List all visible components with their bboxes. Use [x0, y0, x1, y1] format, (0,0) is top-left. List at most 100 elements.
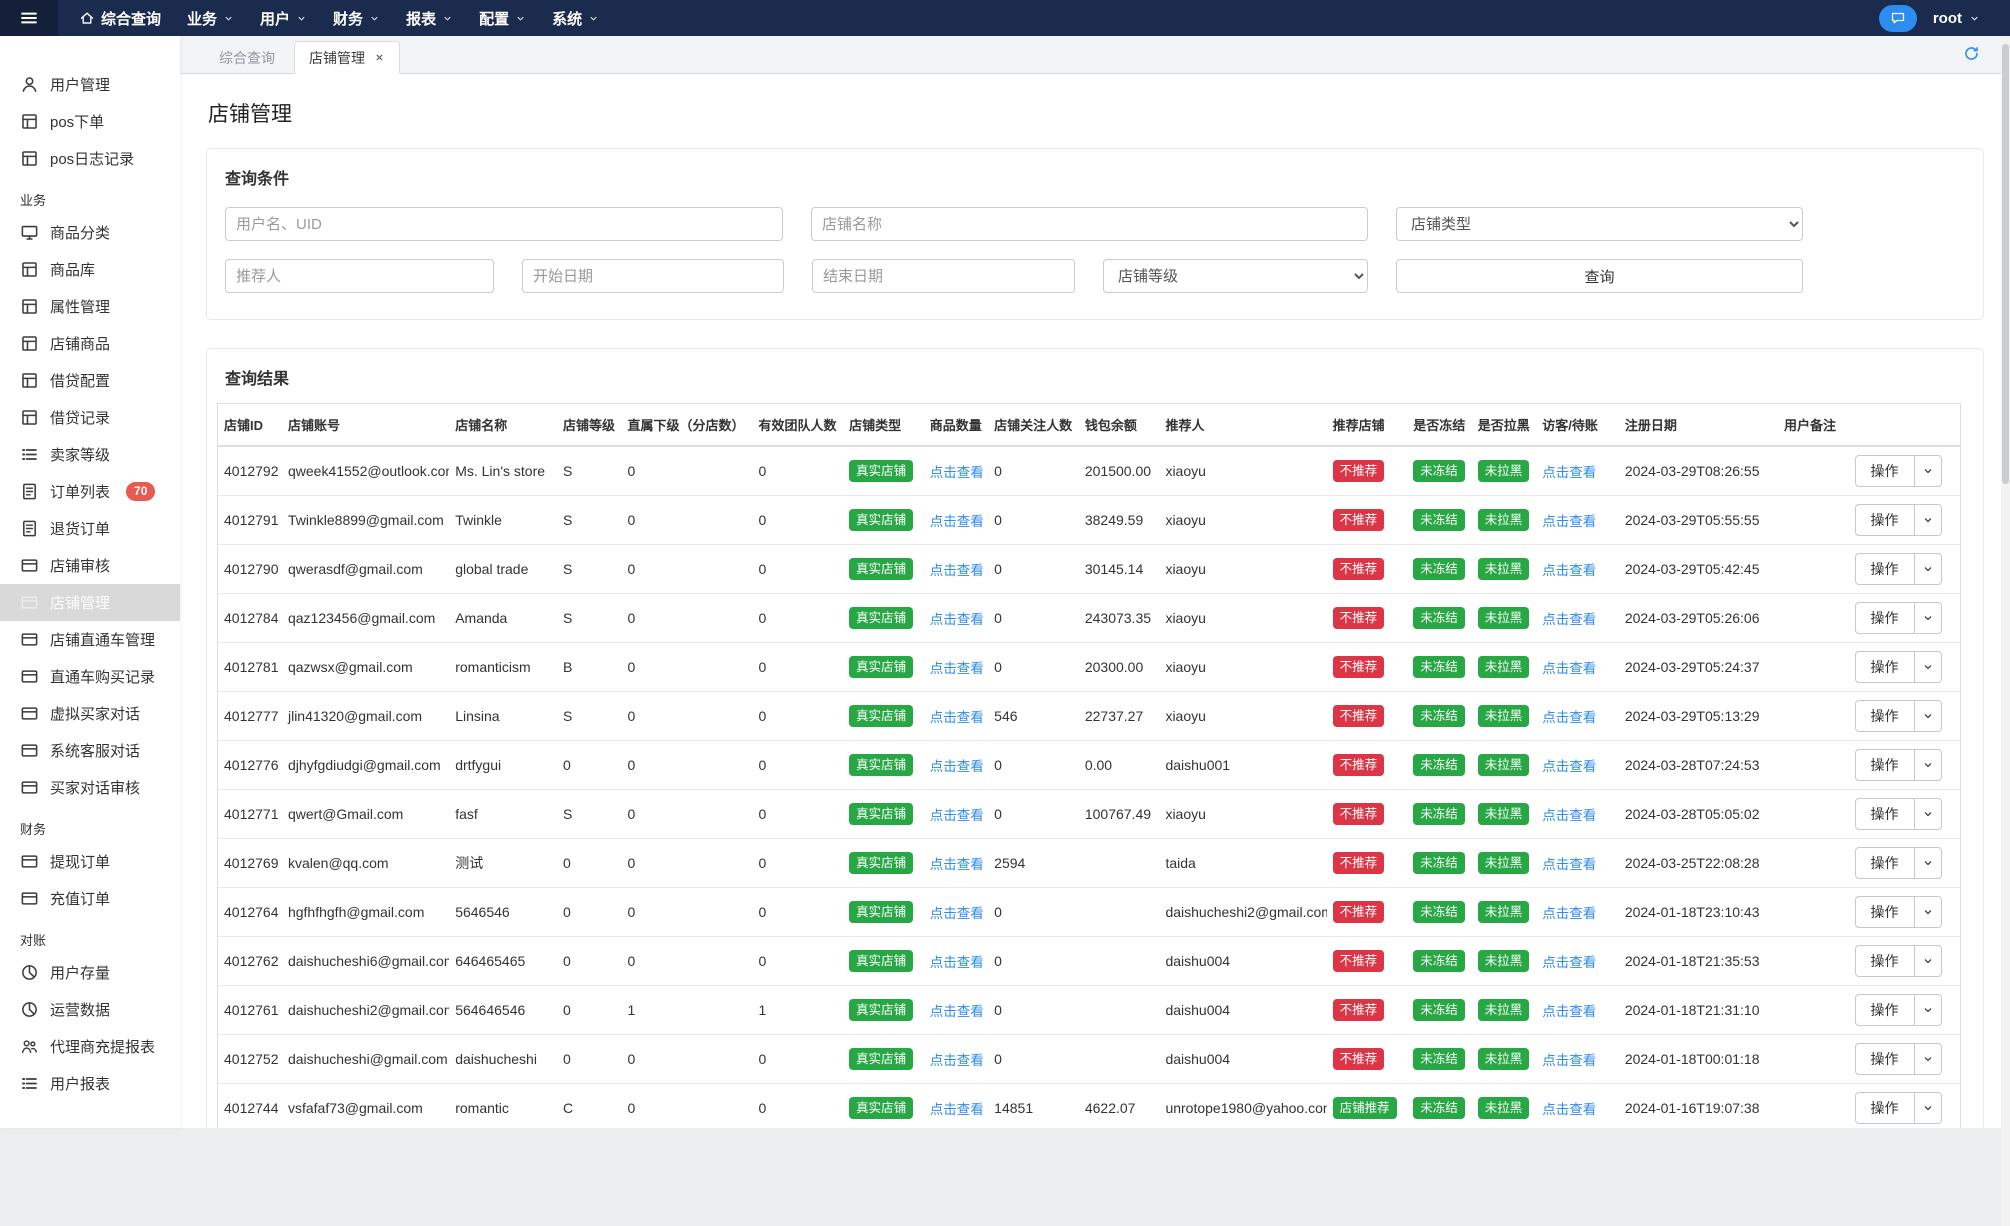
sidebar-item-pos-order[interactable]: pos下单 — [0, 103, 180, 140]
tab-shop-management[interactable]: 店铺管理 — [294, 41, 400, 74]
shop-name-input[interactable] — [811, 207, 1368, 241]
start-date-input[interactable] — [522, 259, 784, 293]
shop-type-select[interactable]: 店铺类型 — [1396, 207, 1803, 241]
sidebar-item-shop-management[interactable]: 店铺管理 — [0, 584, 180, 621]
refresh-button[interactable] — [1963, 45, 1980, 73]
sidebar-item-pos-logs[interactable]: pos日志记录 — [0, 140, 180, 177]
sidebar-item-system-service-chat[interactable]: 系统客服对话 — [0, 732, 180, 769]
action-button[interactable]: 操作 — [1854, 700, 1942, 732]
visitor-view-link[interactable]: 点击查看 — [1542, 906, 1596, 921]
action-button-label[interactable]: 操作 — [1856, 603, 1915, 633]
sidebar-item-buyer-chat-review[interactable]: 买家对话审核 — [0, 769, 180, 806]
username-uid-input[interactable] — [225, 207, 783, 241]
action-button-label[interactable]: 操作 — [1856, 652, 1915, 682]
nav-item-finance[interactable]: 财务 — [320, 0, 393, 36]
action-button-label[interactable]: 操作 — [1856, 505, 1915, 535]
action-dropdown-toggle[interactable] — [1915, 554, 1941, 584]
visitor-view-link[interactable]: 点击查看 — [1542, 514, 1596, 529]
action-button[interactable]: 操作 — [1854, 896, 1942, 928]
action-button[interactable]: 操作 — [1854, 553, 1942, 585]
action-button[interactable]: 操作 — [1854, 847, 1942, 879]
visitor-view-link[interactable]: 点击查看 — [1542, 661, 1596, 676]
visitor-view-link[interactable]: 点击查看 — [1542, 563, 1596, 578]
action-button[interactable]: 操作 — [1854, 602, 1942, 634]
action-button[interactable]: 操作 — [1854, 994, 1942, 1026]
action-dropdown-toggle[interactable] — [1915, 701, 1941, 731]
action-dropdown-toggle[interactable] — [1915, 652, 1941, 682]
goods-view-link[interactable]: 点击查看 — [930, 955, 984, 970]
sidebar-item-operation-data[interactable]: 运营数据 — [0, 991, 180, 1028]
action-button[interactable]: 操作 — [1854, 1043, 1942, 1075]
action-button-label[interactable]: 操作 — [1856, 799, 1915, 829]
sidebar-item-goods-library[interactable]: 商品库 — [0, 251, 180, 288]
goods-view-link[interactable]: 点击查看 — [930, 514, 984, 529]
visitor-view-link[interactable]: 点击查看 — [1542, 759, 1596, 774]
sidebar-item-loan-records[interactable]: 借贷记录 — [0, 399, 180, 436]
action-button-label[interactable]: 操作 — [1856, 456, 1915, 486]
visitor-view-link[interactable]: 点击查看 — [1542, 955, 1596, 970]
action-button[interactable]: 操作 — [1854, 945, 1942, 977]
sidebar-item-agent-recharge-report[interactable]: 代理商充提报表 — [0, 1028, 180, 1065]
action-dropdown-toggle[interactable] — [1915, 750, 1941, 780]
goods-view-link[interactable]: 点击查看 — [930, 710, 984, 725]
goods-view-link[interactable]: 点击查看 — [930, 612, 984, 627]
visitor-view-link[interactable]: 点击查看 — [1542, 1102, 1596, 1117]
action-button-label[interactable]: 操作 — [1856, 995, 1915, 1025]
action-button-label[interactable]: 操作 — [1856, 848, 1915, 878]
sidebar-item-order-list[interactable]: 订单列表 70 — [0, 473, 180, 510]
sidebar-item-shop-goods[interactable]: 店铺商品 — [0, 325, 180, 362]
action-button[interactable]: 操作 — [1854, 798, 1942, 830]
action-button[interactable]: 操作 — [1854, 651, 1942, 683]
visitor-view-link[interactable]: 点击查看 — [1542, 710, 1596, 725]
sidebar-item-express-purchase-records[interactable]: 直通车购买记录 — [0, 658, 180, 695]
visitor-view-link[interactable]: 点击查看 — [1542, 465, 1596, 480]
nav-item-overview[interactable]: 综合查询 — [66, 0, 174, 36]
visitor-view-link[interactable]: 点击查看 — [1542, 857, 1596, 872]
sidebar-item-recharge-orders[interactable]: 充值订单 — [0, 880, 180, 917]
nav-item-reports[interactable]: 报表 — [393, 0, 466, 36]
nav-item-business[interactable]: 业务 — [174, 0, 247, 36]
action-button-label[interactable]: 操作 — [1856, 750, 1915, 780]
search-button[interactable]: 查询 — [1396, 259, 1803, 293]
action-dropdown-toggle[interactable] — [1915, 995, 1941, 1025]
vertical-scrollbar[interactable] — [2001, 36, 2010, 1226]
goods-view-link[interactable]: 点击查看 — [930, 563, 984, 578]
action-dropdown-toggle[interactable] — [1915, 1093, 1941, 1123]
chat-button[interactable] — [1878, 4, 1917, 32]
action-button[interactable]: 操作 — [1854, 455, 1942, 487]
end-date-input[interactable] — [812, 259, 1075, 293]
goods-view-link[interactable]: 点击查看 — [930, 661, 984, 676]
action-dropdown-toggle[interactable] — [1915, 946, 1941, 976]
action-button-label[interactable]: 操作 — [1856, 897, 1915, 927]
goods-view-link[interactable]: 点击查看 — [930, 1102, 984, 1117]
goods-view-link[interactable]: 点击查看 — [930, 465, 984, 480]
action-dropdown-toggle[interactable] — [1915, 1044, 1941, 1074]
action-button-label[interactable]: 操作 — [1856, 701, 1915, 731]
sidebar-item-shop-review[interactable]: 店铺审核 — [0, 547, 180, 584]
goods-view-link[interactable]: 点击查看 — [930, 1053, 984, 1068]
referrer-input[interactable] — [225, 259, 494, 293]
goods-view-link[interactable]: 点击查看 — [930, 808, 984, 823]
visitor-view-link[interactable]: 点击查看 — [1542, 1004, 1596, 1019]
sidebar-item-user-stock[interactable]: 用户存量 — [0, 954, 180, 991]
sidebar-item-return-orders[interactable]: 退货订单 — [0, 510, 180, 547]
nav-item-users[interactable]: 用户 — [247, 0, 320, 36]
visitor-view-link[interactable]: 点击查看 — [1542, 808, 1596, 823]
action-dropdown-toggle[interactable] — [1915, 897, 1941, 927]
action-button-label[interactable]: 操作 — [1856, 1093, 1915, 1123]
action-button[interactable]: 操作 — [1854, 1092, 1942, 1124]
nav-item-config[interactable]: 配置 — [466, 0, 539, 36]
sidebar-item-withdraw-orders[interactable]: 提现订单 — [0, 843, 180, 880]
visitor-view-link[interactable]: 点击查看 — [1542, 1053, 1596, 1068]
goods-view-link[interactable]: 点击查看 — [930, 1004, 984, 1019]
tab-overview[interactable]: 综合查询 — [204, 41, 290, 74]
action-dropdown-toggle[interactable] — [1915, 505, 1941, 535]
sidebar-item-attribute-management[interactable]: 属性管理 — [0, 288, 180, 325]
sidebar-item-user-report[interactable]: 用户报表 — [0, 1065, 180, 1102]
action-button[interactable]: 操作 — [1854, 504, 1942, 536]
action-button[interactable]: 操作 — [1854, 749, 1942, 781]
sidebar-item-virtual-buyer-chat[interactable]: 虚拟买家对话 — [0, 695, 180, 732]
action-dropdown-toggle[interactable] — [1915, 456, 1941, 486]
goods-view-link[interactable]: 点击查看 — [930, 857, 984, 872]
shop-level-select[interactable]: 店铺等级 — [1103, 259, 1368, 293]
